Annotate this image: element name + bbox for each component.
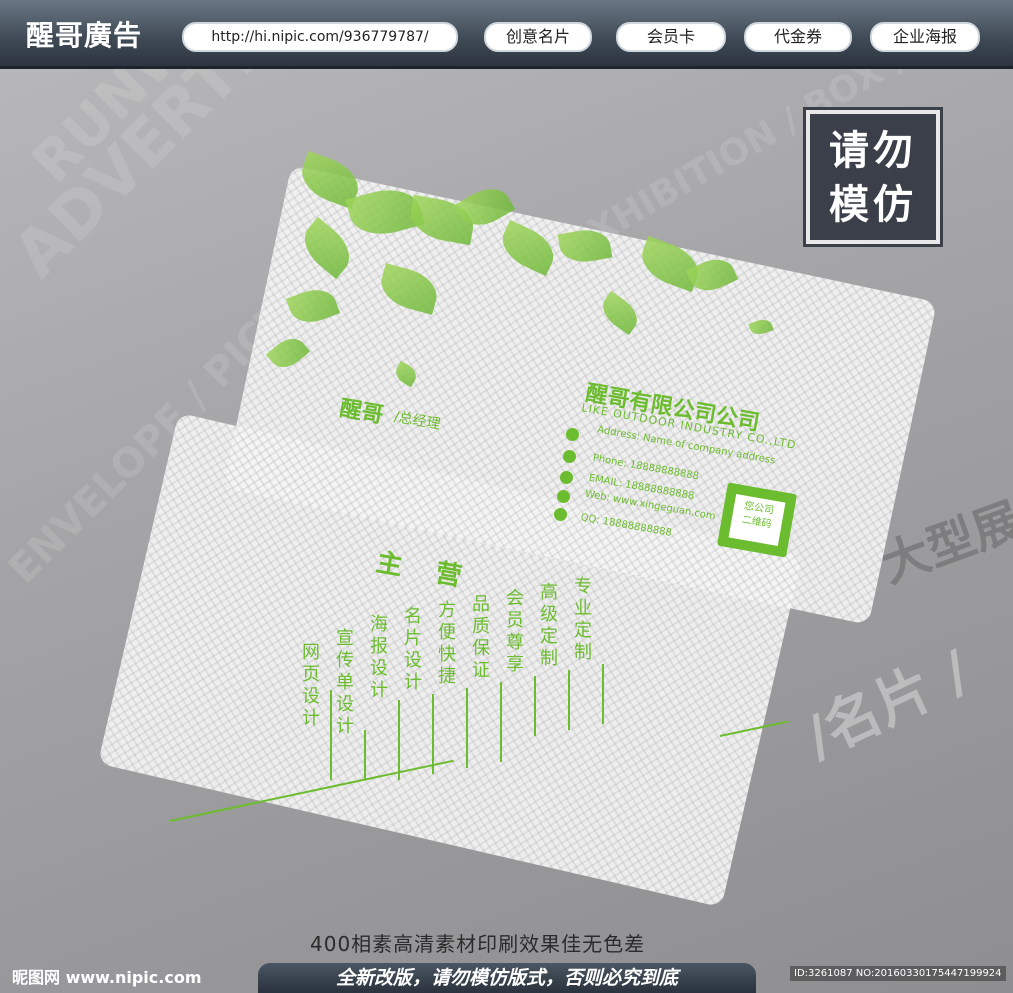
service-item: 高级定制 [540, 582, 558, 669]
web-icon [557, 490, 570, 503]
nipic-watermark: 昵图网 www.nipic.com [12, 968, 202, 987]
service-line [534, 676, 536, 736]
site-logo[interactable]: 醒哥廣告 [26, 14, 142, 54]
service-item: 海报设计 [370, 614, 388, 701]
service-item: 方便快捷 [438, 600, 456, 687]
service-item: 名片设计 [404, 606, 422, 693]
nav-poster[interactable]: 企业海报 [870, 22, 980, 52]
print-quality-caption: 400相素高清素材印刷效果佳无色差 [310, 932, 646, 956]
url-link[interactable]: http://hi.nipic.com/936779787/ [182, 22, 458, 52]
nav-member-card[interactable]: 会员卡 [616, 22, 726, 52]
stamp-line2: 模仿 [829, 182, 917, 228]
stamp-line1: 请勿 [829, 128, 917, 174]
service-item: 会员尊享 [506, 588, 524, 675]
service-line [398, 700, 400, 780]
email-icon [560, 471, 573, 484]
service-line [432, 694, 434, 774]
service-line [466, 688, 468, 768]
nav-voucher[interactable]: 代金券 [744, 22, 852, 52]
service-item: 宣传单设计 [336, 628, 354, 737]
qr-placeholder: 您公司 二维码 [728, 493, 786, 547]
nav-creative-card[interactable]: 创意名片 [484, 22, 592, 52]
header-bar: 醒哥廣告 http://hi.nipic.com/936779787/ 创意名片… [0, 0, 1013, 69]
service-line [602, 664, 604, 724]
no-copy-stamp: 请勿 模仿 [803, 107, 943, 247]
service-item: 网页设计 [302, 642, 320, 729]
address-icon [566, 428, 579, 441]
service-line [500, 682, 502, 762]
service-line [364, 730, 366, 780]
phone-icon [563, 450, 576, 463]
service-item: 品质保证 [472, 594, 490, 681]
service-line [330, 690, 332, 780]
service-line [568, 670, 570, 730]
qr-code-box: 您公司 二维码 [716, 482, 798, 558]
image-id-label: ID:3261087 NO:20160330175447199924 [790, 966, 1006, 981]
qq-icon [554, 508, 567, 521]
service-item: 专业定制 [574, 576, 592, 663]
bottom-banner: 全新改版，请勿模仿版式，否则必究到底 [258, 963, 756, 993]
